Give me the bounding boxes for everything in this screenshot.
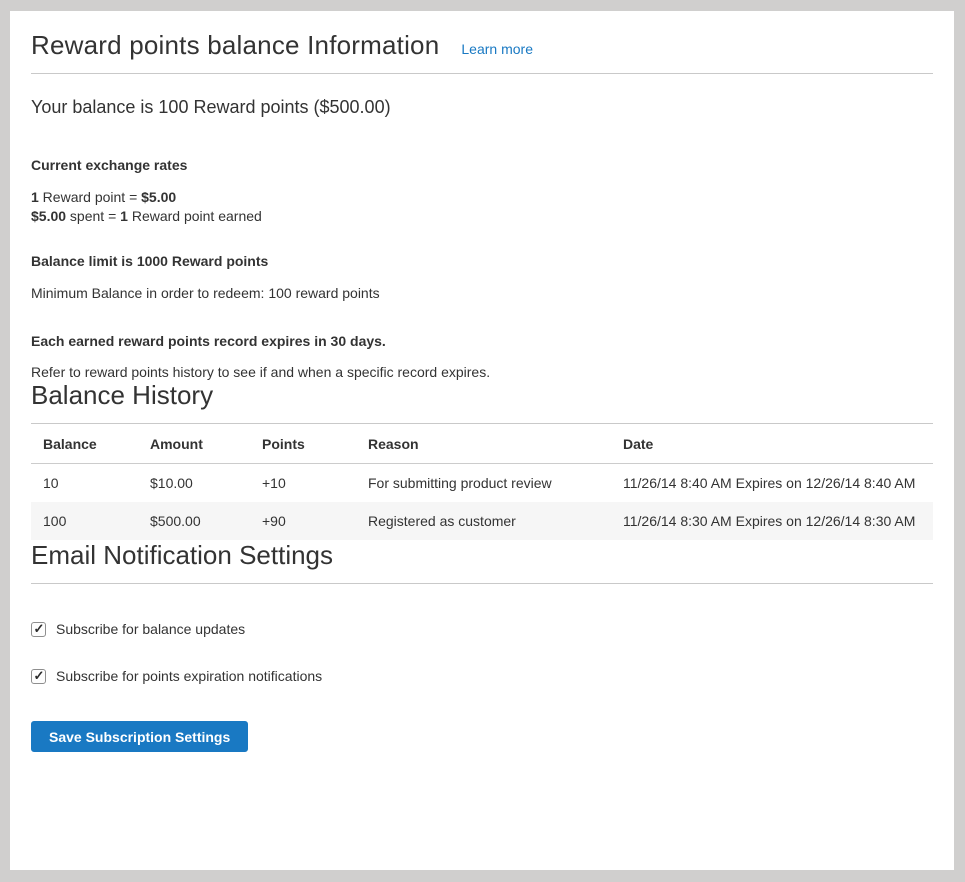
points-expiration-label: Subscribe for points expiration notifica… [56,668,322,684]
cell-balance: 10 [31,464,138,503]
cell-balance: 100 [31,502,138,540]
minimum-balance-note: Minimum Balance in order to redeem: 100 … [31,285,933,301]
cell-date: 11/26/14 8:30 AM Expires on 12/26/14 8:3… [611,502,933,540]
balance-history-heading: Balance History [31,380,933,411]
table-row: 100 $500.00 +90 Registered as customer 1… [31,502,933,540]
column-header-balance: Balance [31,424,138,464]
rate-line-1: 1 Reward point = $5.00 [31,189,176,205]
table-header-row: Balance Amount Points Reason Date [31,424,933,464]
email-settings-divider [31,583,933,584]
column-header-amount: Amount [138,424,250,464]
balance-summary: Your balance is 100 Reward points ($500.… [31,97,933,118]
cell-points: +90 [250,502,356,540]
header-divider [31,73,933,74]
balance-limit-note: Balance limit is 1000 Reward points [31,253,933,269]
page-title: Reward points balance Information [31,30,439,61]
column-header-date: Date [611,424,933,464]
points-expiration-checkbox[interactable] [31,669,46,684]
save-subscription-settings-button[interactable]: Save Subscription Settings [31,721,248,752]
balance-history-table: Balance Amount Points Reason Date 10 $10… [31,424,933,540]
page-header: Reward points balance Information Learn … [31,30,933,61]
balance-updates-label: Subscribe for balance updates [56,621,245,637]
balance-updates-checkbox[interactable] [31,622,46,637]
cell-date: 11/26/14 8:40 AM Expires on 12/26/14 8:4… [611,464,933,503]
table-row: 10 $10.00 +10 For submitting product rev… [31,464,933,503]
cell-reason: For submitting product review [356,464,611,503]
expiry-detail-note: Refer to reward points history to see if… [31,364,933,380]
cell-amount: $500.00 [138,502,250,540]
balance-updates-option[interactable]: Subscribe for balance updates [31,621,933,637]
exchange-rates-heading: Current exchange rates [31,157,933,173]
learn-more-link[interactable]: Learn more [461,41,533,57]
cell-reason: Registered as customer [356,502,611,540]
column-header-points: Points [250,424,356,464]
email-settings-heading: Email Notification Settings [31,540,933,571]
rate-line-2: $5.00 spent = 1 Reward point earned [31,208,262,224]
cell-amount: $10.00 [138,464,250,503]
reward-info-card: Reward points balance Information Learn … [10,11,954,870]
exchange-rates-lines: 1 Reward point = $5.00 $5.00 spent = 1 R… [31,188,933,226]
column-header-reason: Reason [356,424,611,464]
cell-points: +10 [250,464,356,503]
points-expiration-option[interactable]: Subscribe for points expiration notifica… [31,668,933,684]
expiry-note: Each earned reward points record expires… [31,333,933,349]
